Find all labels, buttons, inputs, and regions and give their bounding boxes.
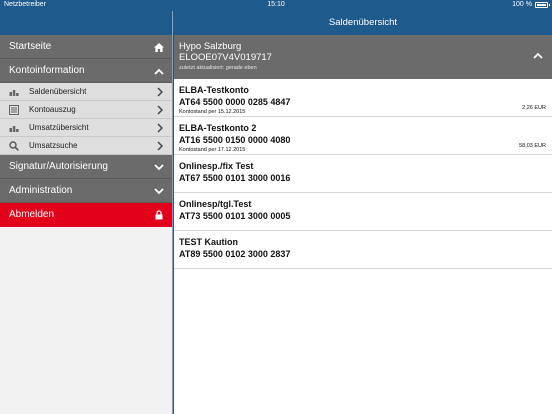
status-bar: Netzbetreiber 15:10 100 %	[0, 0, 552, 11]
sidebar-item-kontoinformation[interactable]: Kontoinformation	[0, 59, 172, 83]
sidebar-item-administration[interactable]: Administration	[0, 179, 172, 203]
sidebar-subitem-label: Kontoauszug	[29, 105, 76, 114]
account-iban: AT16 5500 0150 0000 4080	[179, 135, 291, 145]
balance-date: Kontostand per 17.12.2015	[179, 147, 246, 153]
clock: 15:10	[267, 1, 285, 8]
sidebar-item-signatur[interactable]: Signatur/Autorisierung	[0, 155, 172, 179]
search-icon	[9, 141, 19, 151]
account-name: TEST Kaution	[179, 237, 238, 247]
sidebar-subitem-kontoauszug[interactable]: Kontoauszug	[0, 101, 172, 119]
page-title: Saldenübersicht	[174, 11, 552, 35]
logout-label: Abmelden	[9, 209, 55, 220]
account-iban: AT67 5500 0101 3000 0016	[179, 173, 291, 183]
home-icon	[154, 42, 164, 52]
sidebar-top-bar	[0, 11, 172, 35]
sidebar-item-startseite[interactable]: Startseite	[0, 35, 172, 59]
account-name: ELBA-Testkonto	[179, 85, 249, 95]
account-name: Onlinesp./fix Test	[179, 161, 254, 171]
balance-date: Kontostand per 15.12.2015	[179, 109, 246, 115]
account-list: ELBA-Testkonto AT64 5500 0000 0285 4847 …	[174, 79, 552, 269]
balance-amount: 58,03 EUR	[519, 143, 546, 149]
battery-icon	[535, 2, 550, 8]
bank-header[interactable]: Hypo Salzburg ELOOE07V4V019717 zuletzt a…	[174, 35, 552, 79]
chevron-down-icon	[154, 163, 164, 170]
sidebar-subitem-saldenuebersicht[interactable]: Saldenübersicht	[0, 83, 172, 101]
chevron-up-icon[interactable]	[533, 52, 543, 59]
account-iban: AT73 5500 0101 3000 0005	[179, 211, 291, 221]
chevron-down-icon	[154, 187, 164, 194]
account-iban: AT89 5500 0102 3000 2837	[179, 249, 291, 259]
sidebar-item-label: Startseite	[9, 41, 52, 52]
chevron-right-icon	[157, 87, 163, 97]
account-name: ELBA-Testkonto 2	[179, 123, 257, 133]
sidebar-item-label: Signatur/Autorisierung	[9, 161, 108, 172]
balance-amount: 2,26 EUR	[522, 105, 546, 111]
document-icon	[9, 105, 19, 115]
sidebar-subitem-label: Saldenübersicht	[29, 87, 87, 96]
sidebar-subitem-umsatzsuche[interactable]: Umsatzsuche	[0, 137, 172, 155]
battery-percentage: 100 %	[512, 1, 532, 8]
main-panel: Saldenübersicht Hypo Salzburg ELOOE07V4V…	[174, 11, 552, 414]
account-row[interactable]: Onlinesp./fix Test AT67 5500 0101 3000 0…	[174, 155, 552, 193]
chevron-right-icon	[157, 141, 163, 151]
account-row[interactable]: ELBA-Testkonto AT64 5500 0000 0285 4847 …	[174, 79, 552, 117]
sidebar-subitem-label: Umsatzübersicht	[29, 123, 89, 132]
chevron-right-icon	[157, 123, 163, 133]
bar-chart-icon	[9, 126, 19, 132]
account-row[interactable]: TEST Kaution AT89 5500 0102 3000 2837	[174, 231, 552, 269]
sidebar-item-label: Kontoinformation	[9, 65, 85, 76]
sidebar: Startseite Kontoinformation Saldenübersi…	[0, 11, 173, 414]
account-row[interactable]: ELBA-Testkonto 2 AT16 5500 0150 0000 408…	[174, 117, 552, 155]
last-updated: zuletzt aktualisiert: gerade eben	[179, 65, 257, 71]
lock-icon	[155, 210, 163, 220]
chevron-right-icon	[157, 105, 163, 115]
account-iban: AT64 5500 0000 0285 4847	[179, 97, 291, 107]
sidebar-subitem-umsatzuebersicht[interactable]: Umsatzübersicht	[0, 119, 172, 137]
logout-button[interactable]: Abmelden	[0, 203, 172, 227]
account-row[interactable]: Onlinesp/tgl.Test AT73 5500 0101 3000 00…	[174, 193, 552, 231]
bank-name: Hypo Salzburg	[179, 41, 242, 52]
bar-chart-icon	[9, 90, 19, 96]
sidebar-subitem-label: Umsatzsuche	[29, 141, 78, 150]
chevron-up-icon	[154, 68, 164, 75]
bank-user-code: ELOOE07V4V019717	[179, 52, 272, 63]
account-name: Onlinesp/tgl.Test	[179, 199, 252, 209]
sidebar-item-label: Administration	[9, 185, 73, 196]
